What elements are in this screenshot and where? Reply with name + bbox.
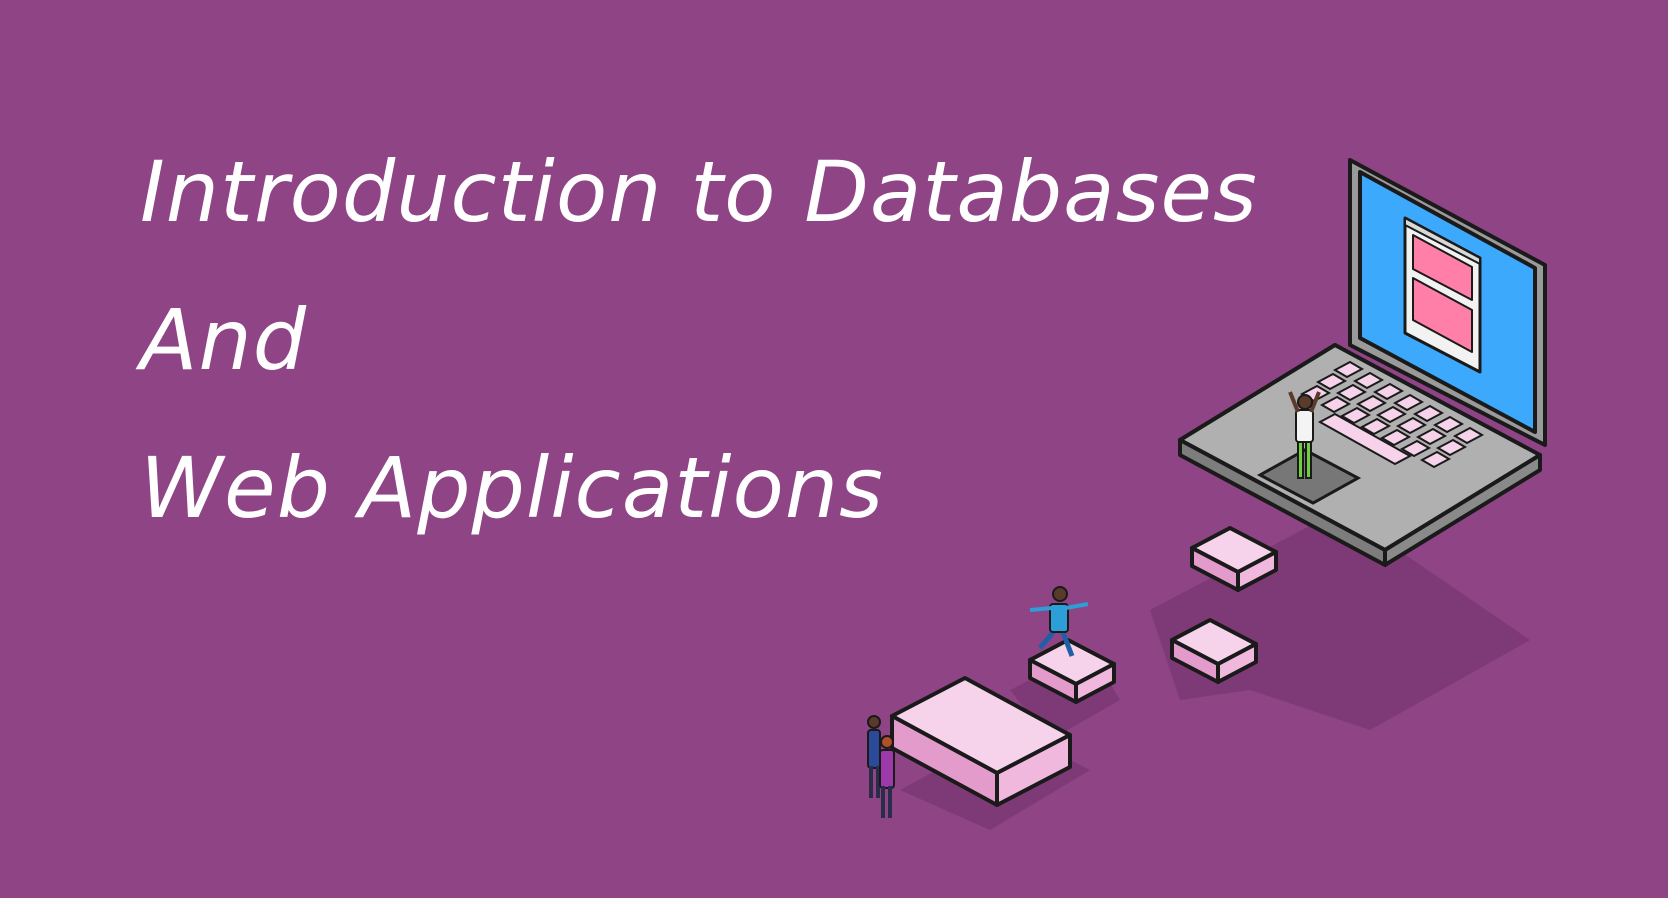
banner: Introduction to Databases And Web Applic… — [0, 0, 1668, 898]
laptop-with-keys-and-people-illustration — [867, 158, 1547, 830]
